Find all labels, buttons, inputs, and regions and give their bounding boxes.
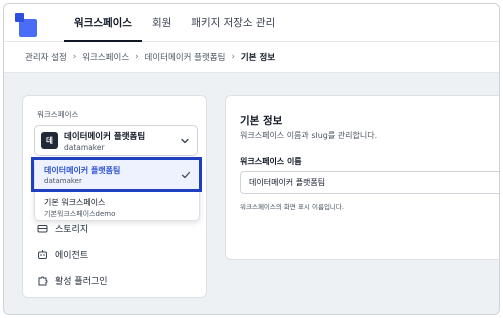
option-slug: datamaker — [44, 177, 82, 185]
sidebar-item-label: 활성 플러그인 — [55, 277, 108, 287]
app-window: 워크스페이스 회원 패키지 저장소 관리 관리자 설정 › 워크스페이스 › 데… — [3, 3, 500, 315]
puzzle-icon — [38, 276, 48, 286]
workspace-slug: datamaker — [64, 143, 105, 152]
tab-workspace[interactable]: 워크스페이스 — [64, 4, 142, 42]
breadcrumb-separator-icon: › — [231, 52, 235, 62]
workspace-avatar: 데 — [41, 132, 58, 149]
storage-icon — [37, 225, 48, 233]
breadcrumb-separator-icon: › — [72, 52, 77, 62]
tab-members[interactable]: 회원 — [142, 4, 181, 42]
workspace-option-selected[interactable]: 데이터메이커 플랫폼팀 datamaker — [35, 160, 199, 190]
robot-icon — [38, 250, 47, 259]
tab-package-repository[interactable]: 패키지 저장소 관리 — [181, 4, 285, 42]
breadcrumb-admin-settings[interactable]: 관리자 설정 — [25, 51, 67, 63]
workspace-name: 데이터메이커 플랫폼팀 — [64, 132, 146, 142]
option-name: 데이터메이커 플랫폼팀 — [44, 166, 121, 175]
breadcrumb-workspace-name[interactable]: 데이터메이커 플랫폼팀 — [145, 51, 226, 63]
workspace-name-input[interactable]: 데이터메이커 플랫폼팀 — [240, 171, 499, 194]
sidebar-item-label: 에이전트 — [55, 251, 89, 261]
top-navigation: 워크스페이스 회원 패키지 저장소 관리 — [4, 4, 499, 42]
breadcrumb: 관리자 설정 › 워크스페이스 › 데이터메이커 플랫폼팀 › 기본 정보 — [4, 42, 499, 73]
sidebar-item-storage[interactable]: 스토리지 — [37, 222, 88, 235]
app-logo[interactable] — [15, 13, 40, 37]
main-tabs: 워크스페이스 회원 패키지 저장소 관리 — [64, 4, 285, 42]
workspace-dropdown: 데이터메이커 플랫폼팀 datamaker 기본 워크스페이스 기본워크스페이스… — [34, 158, 200, 221]
option-name: 기본 워크스페이스 — [44, 198, 106, 207]
basic-info-panel: 기본 정보 워크스페이스 이름과 slug를 관리합니다. 워크스페이스 이름 … — [225, 95, 499, 260]
check-icon — [181, 171, 191, 179]
chevron-down-icon — [181, 138, 189, 144]
panel-description: 워크스페이스 이름과 slug를 관리합니다. — [240, 131, 378, 140]
breadcrumb-workspace[interactable]: 워크스페이스 — [82, 51, 129, 63]
sidebar-item-active-plugins[interactable]: 활성 플러그인 — [37, 274, 108, 287]
sidebar-item-label: 스토리지 — [55, 225, 89, 235]
sidebar-section-label: 워크스페이스 — [37, 110, 79, 119]
breadcrumb-current: 기본 정보 — [240, 53, 276, 63]
sidebar-item-agent[interactable]: 에이전트 — [37, 248, 88, 261]
panel-title: 기본 정보 — [240, 115, 283, 127]
option-slug: 기본워크스페이스demo — [44, 210, 116, 218]
workspace-name-help: 워크스페이스의 화면 표시 이름입니다. — [240, 203, 344, 211]
workspace-name-label: 워크스페이스 이름 — [240, 157, 302, 166]
workspace-option[interactable]: 기본 워크스페이스 기본워크스페이스demo — [35, 192, 199, 222]
breadcrumb-separator-icon: › — [135, 52, 139, 62]
workspace-selector[interactable]: 데 데이터메이커 플랫폼팀 datamaker — [34, 125, 198, 156]
